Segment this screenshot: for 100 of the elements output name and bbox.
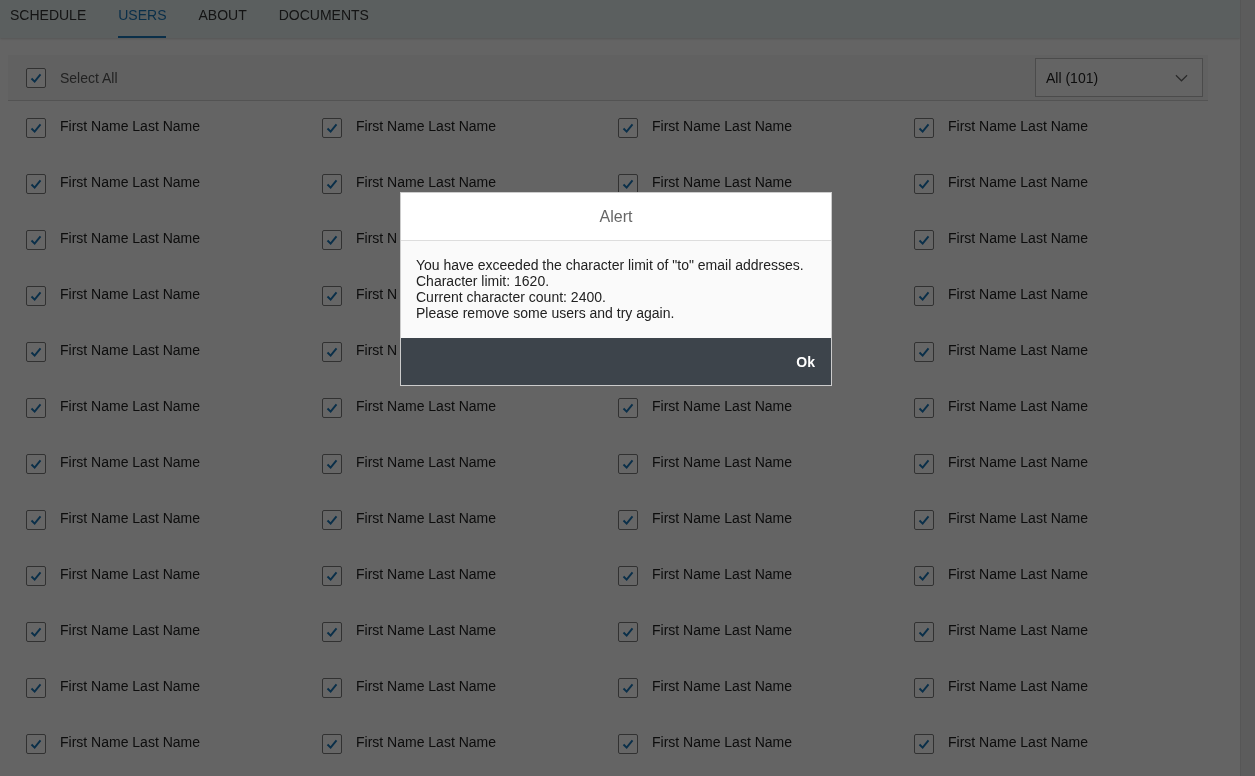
user-name: First Name Last Name xyxy=(948,566,1089,582)
user-name: First Name Last Name xyxy=(60,342,201,358)
checkbox[interactable] xyxy=(914,174,934,194)
checkbox[interactable] xyxy=(26,398,46,418)
user-name: First Name Last Name xyxy=(948,118,1089,134)
user-name: First Name Last Name xyxy=(652,398,793,414)
user-name: First Name Last Name xyxy=(60,510,201,526)
checkbox[interactable] xyxy=(618,678,638,698)
checkbox[interactable] xyxy=(26,174,46,194)
checkbox[interactable] xyxy=(26,342,46,362)
checkbox[interactable] xyxy=(322,454,342,474)
checkbox[interactable] xyxy=(322,398,342,418)
checkbox[interactable] xyxy=(618,734,638,754)
user-name: First Name Last Name xyxy=(948,734,1089,750)
checkbox[interactable] xyxy=(322,174,342,194)
user-name: First Name Last Name xyxy=(60,286,201,302)
user-name: First Name Last Name xyxy=(652,118,793,134)
user-name: First Name Last Name xyxy=(948,510,1089,526)
checkbox[interactable] xyxy=(26,230,46,250)
checkbox[interactable] xyxy=(322,734,342,754)
checkbox[interactable] xyxy=(26,566,46,586)
checkbox[interactable] xyxy=(914,678,934,698)
checkbox[interactable] xyxy=(618,398,638,418)
user-name: First Name Last Name xyxy=(60,566,201,582)
checkbox[interactable] xyxy=(618,566,638,586)
checkbox[interactable] xyxy=(618,174,638,194)
user-name: First Name Last Name xyxy=(652,678,793,694)
chevron-down-icon xyxy=(1175,73,1188,82)
checkbox[interactable] xyxy=(618,454,638,474)
dialog-title: Alert xyxy=(401,193,831,241)
user-name: First Name Last Name xyxy=(652,566,793,582)
checkbox[interactable] xyxy=(914,286,934,306)
user-name: First Name Last Name xyxy=(652,734,793,750)
user-name: First Name Last Name xyxy=(356,566,497,582)
user-name: First Name Last Name xyxy=(948,398,1089,414)
checkbox[interactable] xyxy=(618,118,638,138)
checkbox[interactable] xyxy=(914,230,934,250)
user-name: First Name Last Name xyxy=(652,454,793,470)
user-name: First Name Last Name xyxy=(652,622,793,638)
user-name: First Name Last Name xyxy=(60,678,201,694)
checkbox[interactable] xyxy=(322,678,342,698)
user-name: First Name Last Name xyxy=(356,734,497,750)
checkbox[interactable] xyxy=(914,342,934,362)
alert-message: You have exceeded the character limit of "to" email addresses. Character limit: 1620. Current character count: 2400. Please remove some users and try again. xyxy=(416,257,805,321)
user-name: First Name Last Name xyxy=(356,510,497,526)
tab[interactable]: SCHEDULE xyxy=(10,0,87,38)
user-name: First Name Last Name xyxy=(356,622,497,638)
user-name: First Name Last Name xyxy=(652,510,793,526)
user-name: First N xyxy=(356,342,398,358)
user-name: First Name Last Name xyxy=(60,454,201,470)
user-name: First Name Last Name xyxy=(60,174,201,190)
user-name: First Name Last Name xyxy=(60,118,201,134)
checkbox[interactable] xyxy=(322,622,342,642)
checkbox[interactable] xyxy=(322,286,342,306)
user-name: First Name Last Name xyxy=(948,342,1089,358)
user-name: First Name Last Name xyxy=(948,678,1089,694)
checkbox[interactable] xyxy=(322,510,342,530)
checkbox[interactable] xyxy=(26,118,46,138)
checkbox[interactable] xyxy=(618,510,638,530)
checkbox[interactable] xyxy=(618,622,638,642)
checkbox[interactable] xyxy=(322,230,342,250)
user-name: First Name Last Name xyxy=(356,118,497,134)
checkbox[interactable] xyxy=(914,734,934,754)
select-all-label: Select All xyxy=(60,69,118,86)
user-name: First Name Last Name xyxy=(948,230,1089,246)
user-name: First Name Last Name xyxy=(948,174,1089,190)
user-name: First Name Last Name xyxy=(60,230,201,246)
checkbox[interactable] xyxy=(914,510,934,530)
checkbox[interactable] xyxy=(26,510,46,530)
user-name: First Name Last Name xyxy=(356,454,497,470)
tab[interactable]: ABOUT xyxy=(198,0,247,38)
user-name: First Name Last Name xyxy=(356,398,497,414)
checkbox[interactable] xyxy=(322,118,342,138)
user-name: First Name Last Name xyxy=(356,174,497,190)
checkbox[interactable] xyxy=(26,622,46,642)
checkbox[interactable] xyxy=(914,398,934,418)
checkbox[interactable] xyxy=(914,118,934,138)
checkbox[interactable] xyxy=(322,342,342,362)
checkbox[interactable] xyxy=(322,566,342,586)
user-name: First Name Last Name xyxy=(948,286,1089,302)
user-name: First N xyxy=(356,230,398,246)
checkbox[interactable] xyxy=(914,454,934,474)
checkbox[interactable] xyxy=(914,622,934,642)
user-name: First Name Last Name xyxy=(60,622,201,638)
user-name: First Name Last Name xyxy=(652,174,793,190)
checkbox[interactable] xyxy=(26,734,46,754)
checkbox[interactable] xyxy=(914,566,934,586)
user-name: First Name Last Name xyxy=(948,622,1089,638)
user-name: First Name Last Name xyxy=(356,678,497,694)
checkbox[interactable] xyxy=(26,67,46,88)
user-name: First Name Last Name xyxy=(948,454,1089,470)
checkbox[interactable] xyxy=(26,454,46,474)
user-name: First N xyxy=(356,286,398,302)
tab[interactable]: USERS xyxy=(118,0,167,38)
checkbox[interactable] xyxy=(26,678,46,698)
filter-dropdown[interactable]: All (101) xyxy=(1035,58,1203,97)
user-name: First Name Last Name xyxy=(60,734,201,750)
checkbox[interactable] xyxy=(26,286,46,306)
tab[interactable]: DOCUMENTS xyxy=(278,0,369,38)
user-name: First Name Last Name xyxy=(60,398,201,414)
